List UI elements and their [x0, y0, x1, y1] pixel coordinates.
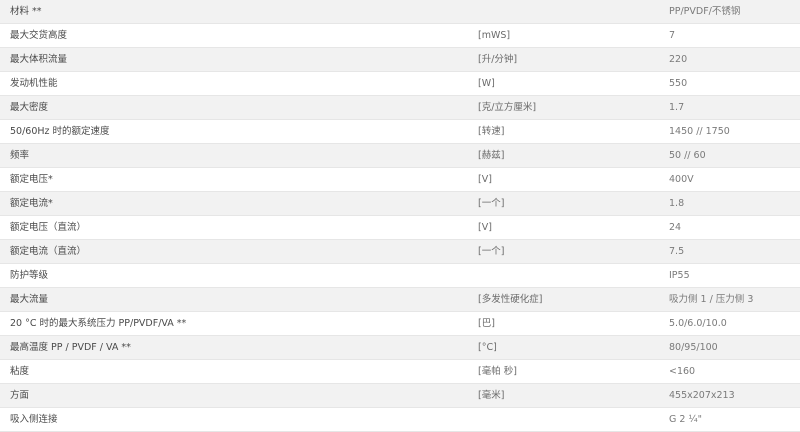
- spec-name: 频率: [0, 143, 476, 168]
- spec-name: 20 °C 时的最大系统压力 PP/PVDF/VA **: [0, 311, 476, 336]
- table-row: 额定电压（直流） [V] 24: [0, 215, 800, 240]
- spec-value: IP55: [667, 263, 800, 288]
- table-row: 最大流量 [多发性硬化症] 吸力侧 1 / 压力侧 3: [0, 287, 800, 312]
- spec-value: 50 // 60: [667, 143, 800, 168]
- spec-value: 7: [667, 23, 800, 48]
- spec-name: 方面: [0, 383, 476, 408]
- spec-value: 1.7: [667, 95, 800, 120]
- table-row: 额定电流* [一个] 1.8: [0, 191, 800, 216]
- table-row: 额定电流（直流） [一个] 7.5: [0, 239, 800, 264]
- table-row: 最高温度 PP / PVDF / VA ** [°C] 80/95/100: [0, 335, 800, 360]
- spec-name: 粘度: [0, 359, 476, 384]
- spec-value: <160: [667, 359, 800, 384]
- spec-unit: [赫兹]: [476, 143, 667, 168]
- spec-unit: [一个]: [476, 191, 667, 216]
- spec-name: 额定电流*: [0, 191, 476, 216]
- spec-name: 防护等级: [0, 263, 476, 288]
- spec-unit: [升/分钟]: [476, 47, 667, 72]
- table-row: 最大密度 [克/立方厘米] 1.7: [0, 95, 800, 120]
- spec-name: 吸入侧连接: [0, 407, 476, 432]
- spec-value: 5.0/6.0/10.0: [667, 311, 800, 336]
- spec-table: 材料 ** PP/PVDF/不锈钢 最大交货高度 [mWS] 7 最大体积流量 …: [0, 0, 800, 432]
- spec-name: 额定电流（直流）: [0, 239, 476, 264]
- spec-value: 24: [667, 215, 800, 240]
- spec-value: PP/PVDF/不锈钢: [667, 0, 800, 24]
- spec-name: 最大交货高度: [0, 23, 476, 48]
- table-row: 防护等级 IP55: [0, 263, 800, 288]
- table-row: 吸入侧连接 G 2 ¼": [0, 407, 800, 432]
- spec-value: 1.8: [667, 191, 800, 216]
- spec-unit: [转速]: [476, 119, 667, 144]
- spec-value: 550: [667, 71, 800, 96]
- spec-unit: [V]: [476, 167, 667, 192]
- spec-name: 50/60Hz 时的额定速度: [0, 119, 476, 144]
- spec-name: 发动机性能: [0, 71, 476, 96]
- spec-unit: [476, 0, 667, 24]
- table-row: 50/60Hz 时的额定速度 [转速] 1450 // 1750: [0, 119, 800, 144]
- table-row: 频率 [赫兹] 50 // 60: [0, 143, 800, 168]
- spec-name: 最大密度: [0, 95, 476, 120]
- spec-unit: [V]: [476, 215, 667, 240]
- spec-unit: [476, 407, 667, 432]
- table-row: 发动机性能 [W] 550: [0, 71, 800, 96]
- spec-unit: [°C]: [476, 335, 667, 360]
- spec-unit: [一个]: [476, 239, 667, 264]
- spec-value: 220: [667, 47, 800, 72]
- spec-name: 材料 **: [0, 0, 476, 24]
- table-row: 最大交货高度 [mWS] 7: [0, 23, 800, 48]
- spec-name: 最大流量: [0, 287, 476, 312]
- spec-unit: [毫米]: [476, 383, 667, 408]
- spec-unit: [476, 263, 667, 288]
- spec-name: 额定电压（直流）: [0, 215, 476, 240]
- spec-name: 最高温度 PP / PVDF / VA **: [0, 335, 476, 360]
- spec-unit: [克/立方厘米]: [476, 95, 667, 120]
- spec-unit: [多发性硬化症]: [476, 287, 667, 312]
- spec-unit: [W]: [476, 71, 667, 96]
- spec-value: 400V: [667, 167, 800, 192]
- spec-value: 455x207x213: [667, 383, 800, 408]
- spec-name: 最大体积流量: [0, 47, 476, 72]
- spec-value: 1450 // 1750: [667, 119, 800, 144]
- spec-value: 7.5: [667, 239, 800, 264]
- table-row: 材料 ** PP/PVDF/不锈钢: [0, 0, 800, 24]
- spec-table-body: 材料 ** PP/PVDF/不锈钢 最大交货高度 [mWS] 7 最大体积流量 …: [0, 0, 800, 432]
- table-row: 20 °C 时的最大系统压力 PP/PVDF/VA ** [巴] 5.0/6.0…: [0, 311, 800, 336]
- spec-unit: [毫帕 秒]: [476, 359, 667, 384]
- spec-unit: [巴]: [476, 311, 667, 336]
- table-row: 最大体积流量 [升/分钟] 220: [0, 47, 800, 72]
- spec-value: 吸力侧 1 / 压力侧 3: [667, 287, 800, 312]
- spec-name: 额定电压*: [0, 167, 476, 192]
- spec-value: G 2 ¼": [667, 407, 800, 432]
- spec-unit: [mWS]: [476, 23, 667, 48]
- table-row: 方面 [毫米] 455x207x213: [0, 383, 800, 408]
- table-row: 额定电压* [V] 400V: [0, 167, 800, 192]
- spec-value: 80/95/100: [667, 335, 800, 360]
- table-row: 粘度 [毫帕 秒] <160: [0, 359, 800, 384]
